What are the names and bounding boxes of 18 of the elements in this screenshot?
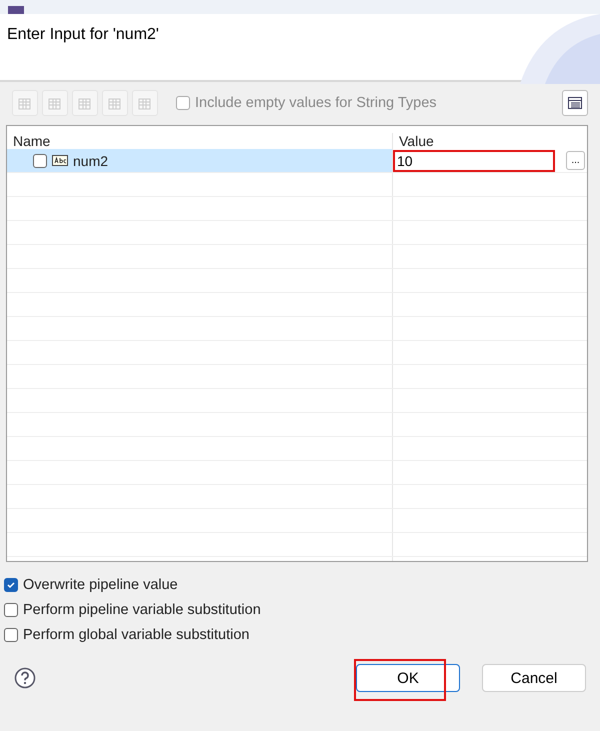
column-header: Value [398, 133, 435, 149]
row-checkbox[interactable] [33, 154, 47, 168]
app-icon [8, 6, 24, 14]
option-checkbox[interactable]: Overwrite pipeline value [4, 575, 596, 594]
option-checkbox[interactable]: Perform pipeline variable substitution [4, 600, 596, 619]
table-view-button[interactable] [562, 90, 588, 116]
cancel-button[interactable]: Cancel [482, 664, 586, 692]
check-icon [6, 580, 16, 590]
table-view-icon [567, 95, 583, 111]
string-type-icon [52, 155, 68, 166]
ok-button[interactable]: OK [356, 664, 460, 692]
option-checkbox[interactable]: Perform global variable substitution [4, 625, 596, 644]
help-icon[interactable] [14, 667, 36, 689]
table-row[interactable]: num2 [7, 149, 393, 172]
parameter-name: num2 [73, 152, 108, 168]
browse-button[interactable]: ... [566, 151, 585, 170]
value-input-field[interactable]: 10 [393, 150, 555, 172]
dialog-heading: Enter Input for 'num2' [7, 26, 159, 44]
